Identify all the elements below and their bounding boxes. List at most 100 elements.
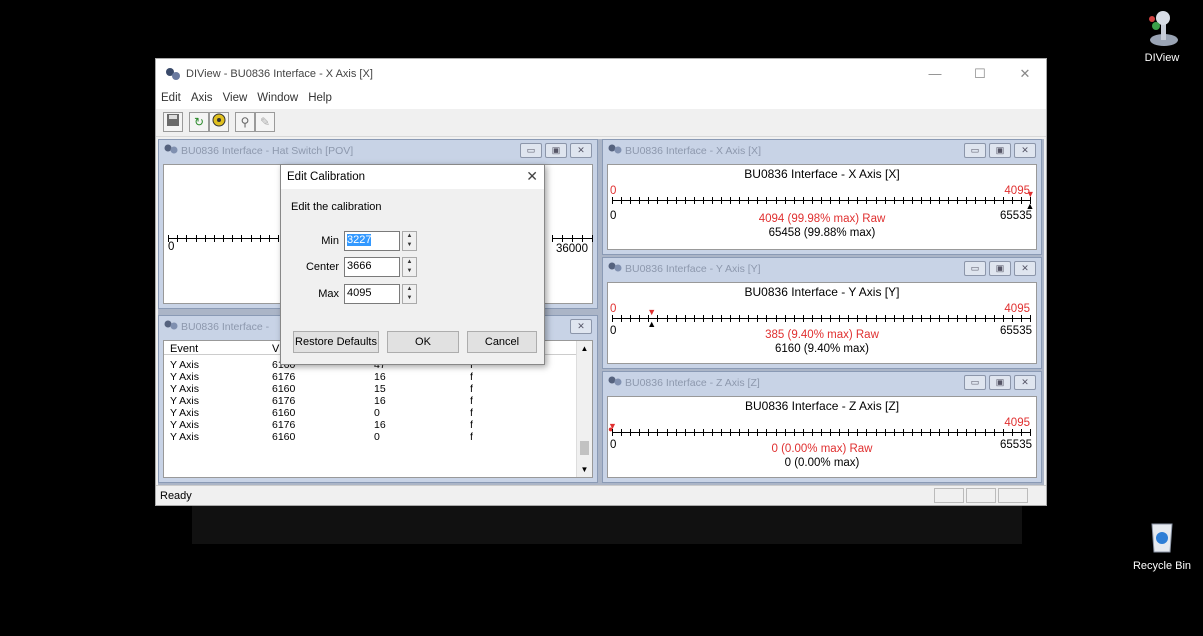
table-row[interactable]: Y Axis 6160 15 f <box>166 383 473 395</box>
flag-cell: f <box>470 395 473 407</box>
title-bar[interactable]: DIView - BU0836 Interface - X Axis [X] —… <box>156 59 1046 89</box>
tick-mark <box>830 315 832 322</box>
toolbar: ↻ ⚲ ✎ <box>156 109 1046 137</box>
spin-down-icon[interactable]: ▼ <box>403 267 416 276</box>
desktop-icon-recycle-bin[interactable]: Recycle Bin <box>1130 516 1194 572</box>
settings-icon[interactable] <box>209 112 229 132</box>
center-spinner[interactable]: ▲ ▼ <box>402 257 417 277</box>
table-row[interactable]: Y Axis 6176 16 f <box>166 395 473 407</box>
tick-mark <box>721 429 723 436</box>
max-spinner[interactable]: ▲ ▼ <box>402 284 417 304</box>
tick-mark <box>766 315 768 322</box>
dialog-subtitle: Edit the calibration <box>291 201 382 213</box>
scroll-down-icon[interactable]: ▼ <box>577 465 592 474</box>
desktop-icon-diview[interactable]: DIView <box>1130 8 1194 64</box>
save-icon[interactable] <box>163 112 183 132</box>
axis-body: BU0836 Interface - Y Axis [Y] 0 4095 ▼ ▲… <box>607 282 1037 364</box>
center-field[interactable]: 3666 <box>344 257 400 277</box>
column-header-event[interactable]: Event <box>170 343 198 355</box>
child-title-bar[interactable]: BU0836 Interface - Y Axis [Y] ▭ ▣ ✕ <box>603 258 1041 280</box>
child-close-button[interactable]: ✕ <box>570 319 592 334</box>
dialog-close-button[interactable]: ✕ <box>526 168 538 185</box>
column-header-value[interactable]: V <box>272 343 279 355</box>
scroll-up-icon[interactable]: ▲ <box>577 344 592 353</box>
spin-up-icon[interactable]: ▲ <box>403 232 416 241</box>
vertical-scrollbar[interactable]: ▲ ▼ <box>576 341 592 477</box>
child-restore-button[interactable]: ▣ <box>989 375 1011 390</box>
menu-edit[interactable]: Edit <box>156 89 186 107</box>
tick-mark <box>232 235 234 242</box>
child-restore-button[interactable]: ▣ <box>545 143 567 158</box>
tick-mark <box>223 235 224 242</box>
close-button[interactable]: ✕ <box>1010 65 1040 83</box>
table-row[interactable]: Y Axis 6176 16 f <box>166 371 473 383</box>
axis-heading: BU0836 Interface - Y Axis [Y] <box>744 285 900 299</box>
maximize-button[interactable]: ☐ <box>965 65 995 83</box>
tick-mark <box>757 197 759 204</box>
menu-view[interactable]: View <box>218 89 253 107</box>
child-restore-button[interactable]: ▣ <box>989 261 1011 276</box>
tick-mark <box>920 197 922 204</box>
tick-mark <box>757 429 759 436</box>
child-title-bar[interactable]: BU0836 Interface - X Axis [X] ▭ ▣ ✕ <box>603 140 1041 162</box>
minimize-button[interactable]: — <box>920 65 950 83</box>
cancel-button[interactable]: Cancel <box>467 331 537 353</box>
child-close-button[interactable]: ✕ <box>1014 261 1036 276</box>
tick-mark <box>693 429 695 436</box>
tick-mark <box>1030 315 1031 322</box>
tick-mark <box>793 315 795 322</box>
tick-mark <box>839 429 841 436</box>
scrollbar-thumb[interactable] <box>580 441 589 455</box>
child-restore-button[interactable]: ▣ <box>989 143 1011 158</box>
spin-up-icon[interactable]: ▲ <box>403 285 416 294</box>
tick-mark <box>948 197 950 204</box>
spin-up-icon[interactable]: ▲ <box>403 258 416 267</box>
spin-down-icon[interactable]: ▼ <box>403 294 416 303</box>
search-icon[interactable]: ⚲ <box>235 112 255 132</box>
tick-mark <box>639 315 641 322</box>
table-row[interactable]: Y Axis 6176 16 f <box>166 419 473 431</box>
tick-mark <box>811 315 813 322</box>
tick-mark <box>848 197 850 204</box>
child-title-bar[interactable]: BU0836 Interface - Hat Switch [POV] ▭ ▣ ✕ <box>159 140 597 162</box>
min-spinner[interactable]: ▲ ▼ <box>402 231 417 251</box>
table-row[interactable]: Y Axis 6160 0 f <box>166 431 473 443</box>
max-field[interactable]: 4095 <box>344 284 400 304</box>
tick-mark <box>702 315 704 322</box>
tick-mark <box>1030 429 1031 436</box>
dialog-title-bar[interactable]: Edit Calibration ✕ <box>281 165 544 189</box>
restore-defaults-button[interactable]: Restore Defaults <box>293 331 379 353</box>
tick-mark <box>739 315 741 322</box>
child-minimize-button[interactable]: ▭ <box>964 261 986 276</box>
child-minimize-button[interactable]: ▭ <box>520 143 542 158</box>
tick-mark <box>957 429 959 436</box>
min-field[interactable]: 3227 <box>344 231 400 251</box>
app-icon <box>608 143 622 158</box>
child-close-button[interactable]: ✕ <box>570 143 592 158</box>
tick-mark <box>648 197 650 204</box>
refresh-icon[interactable]: ↻ <box>189 112 209 132</box>
menu-help[interactable]: Help <box>303 89 337 107</box>
child-minimize-button[interactable]: ▭ <box>964 143 986 158</box>
edit-icon[interactable]: ✎ <box>255 112 275 132</box>
tick-mark <box>775 429 777 436</box>
flag-cell: f <box>470 419 473 431</box>
edit-calibration-dialog: Edit Calibration ✕ Edit the calibration … <box>280 164 545 365</box>
tick-mark <box>204 235 206 242</box>
ok-button[interactable]: OK <box>387 331 459 353</box>
spin-down-icon[interactable]: ▼ <box>403 241 416 250</box>
child-close-button[interactable]: ✕ <box>1014 143 1036 158</box>
child-title-bar[interactable]: BU0836 Interface - Z Axis [Z] ▭ ▣ ✕ <box>603 372 1041 394</box>
child-close-button[interactable]: ✕ <box>1014 375 1036 390</box>
event-cell: Y Axis <box>170 371 199 383</box>
menu-axis[interactable]: Axis <box>186 89 218 107</box>
tick-mark <box>630 315 632 322</box>
tick-mark <box>730 315 732 322</box>
axis-heading: BU0836 Interface - Z Axis [Z] <box>744 399 900 413</box>
table-row[interactable]: Y Axis 6160 0 f <box>166 407 473 419</box>
tick-mark <box>711 197 713 204</box>
raw-value-text: 4094 (99.98% max) Raw <box>758 213 886 225</box>
menu-window[interactable]: Window <box>252 89 303 107</box>
tick-mark <box>939 197 941 204</box>
child-minimize-button[interactable]: ▭ <box>964 375 986 390</box>
